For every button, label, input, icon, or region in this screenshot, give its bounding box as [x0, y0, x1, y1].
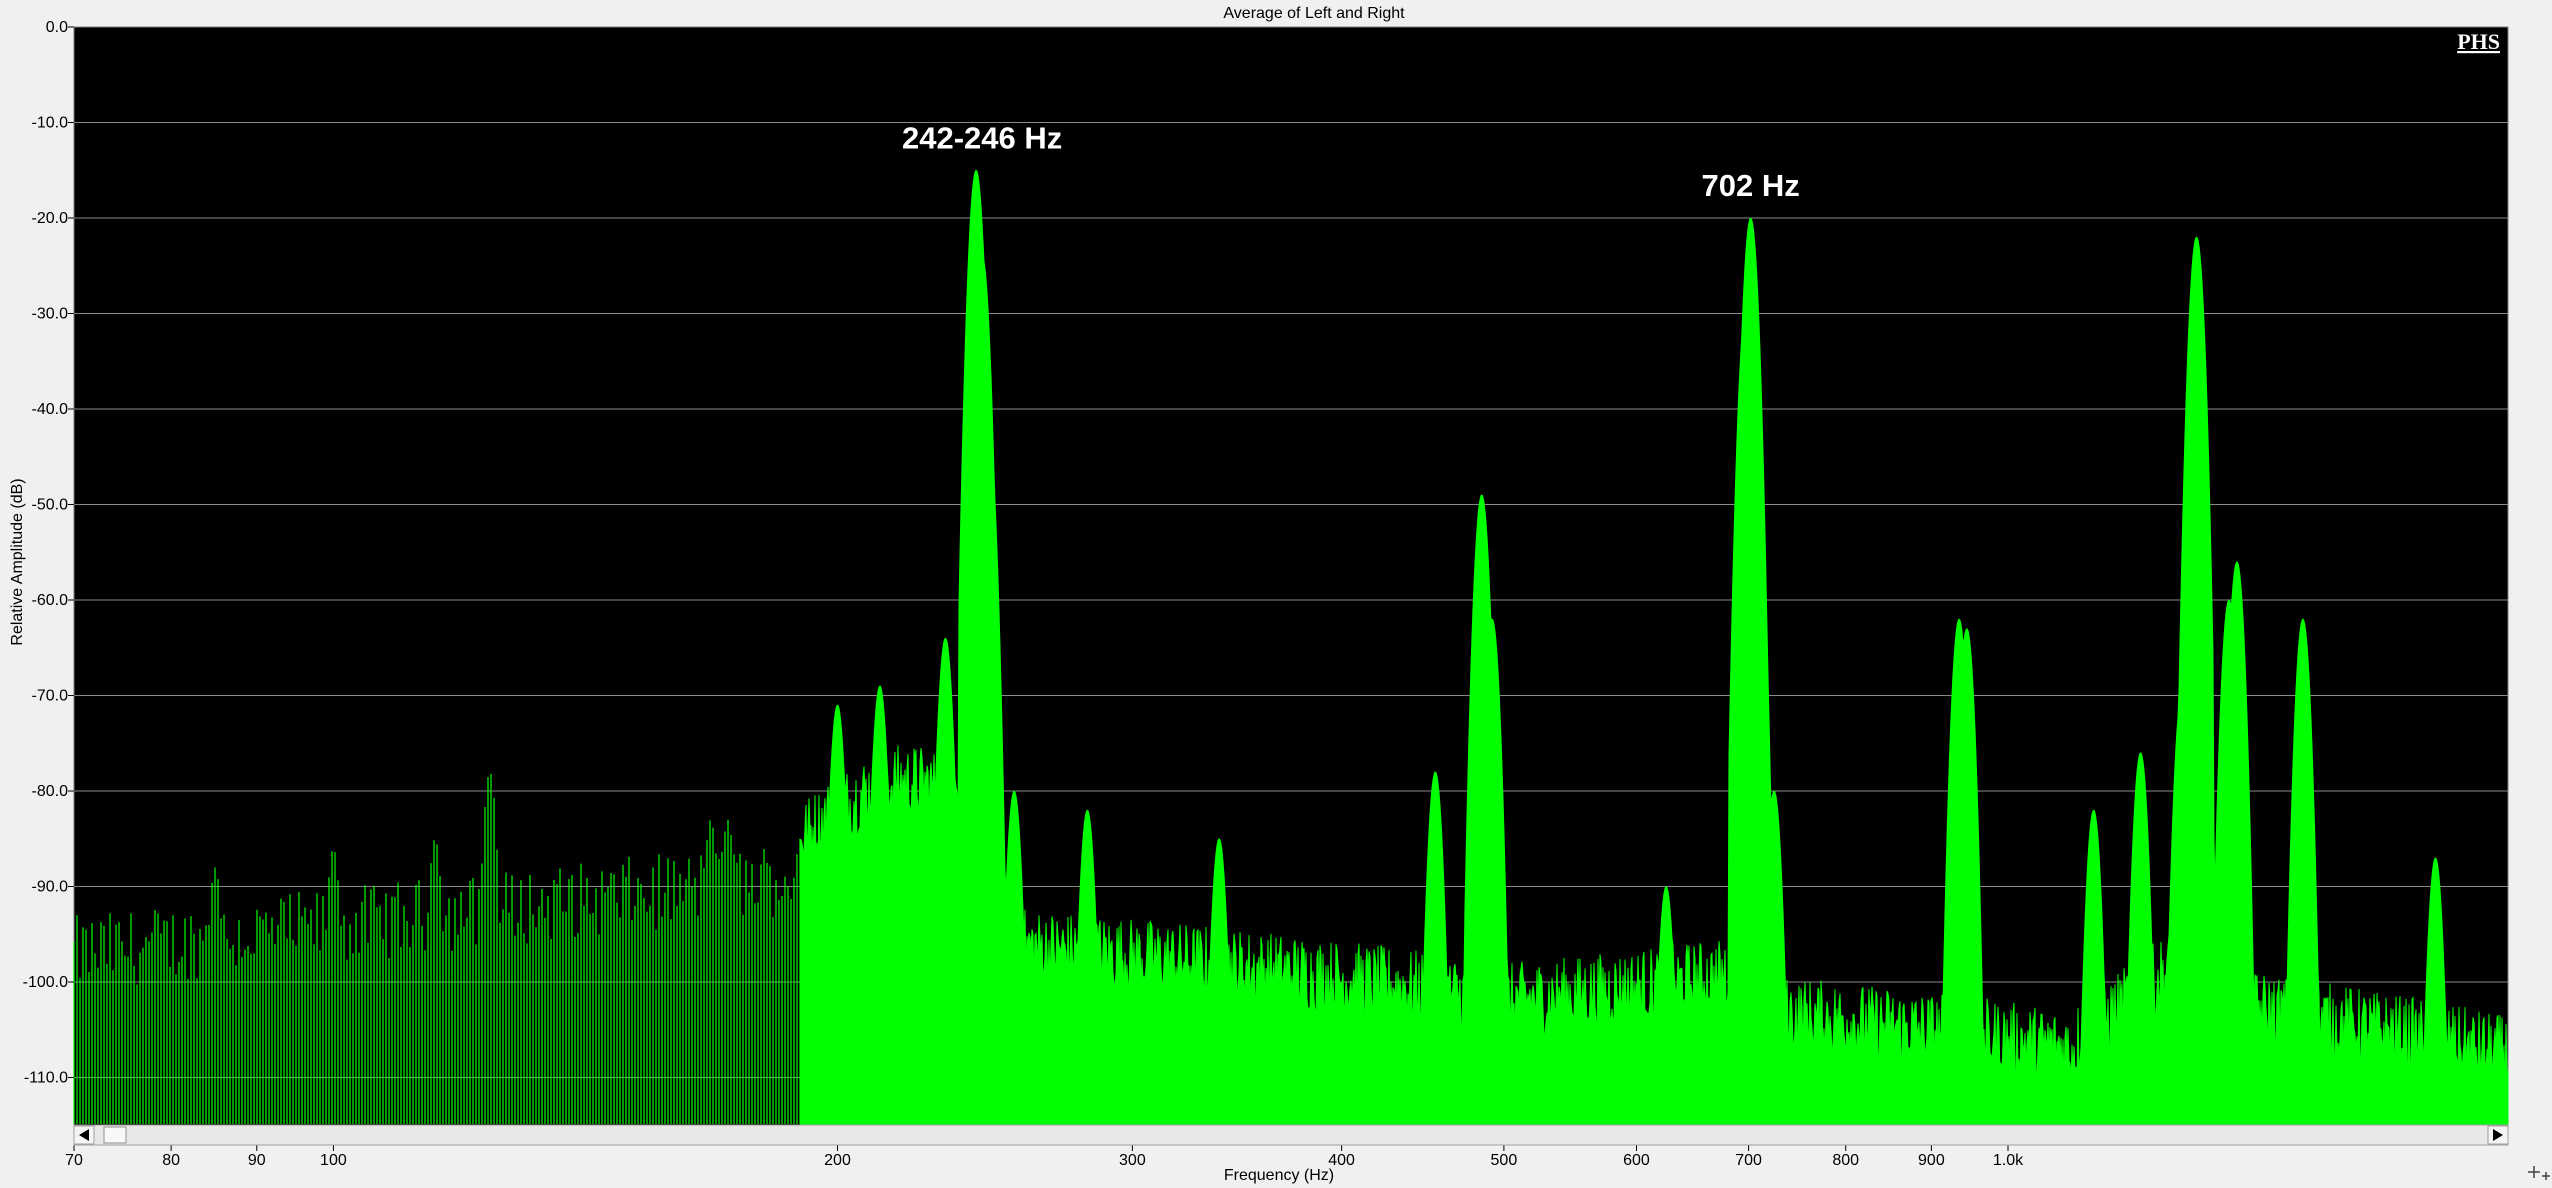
x-tick-label: 900	[1918, 1152, 1945, 1169]
x-tick-label: 80	[162, 1152, 180, 1169]
x-tick-label: 200	[824, 1152, 851, 1169]
chart-title: Average of Left and Right	[1223, 5, 1405, 22]
spectrum-chart: Average of Left and Right 242-246 Hz 702 …	[0, 0, 2552, 1188]
x-tick-label: 800	[1832, 1152, 1859, 1169]
y-tick-label: -20.0	[32, 210, 69, 227]
scrollbar-track[interactable]	[73, 1124, 2509, 1146]
peak-annotation: 702 Hz	[1702, 168, 1800, 203]
y-tick-label: -50.0	[32, 497, 69, 514]
x-tick-label: 1.0k	[1993, 1152, 2024, 1169]
horizontal-scrollbar[interactable]	[73, 1124, 2509, 1146]
y-tick-label: -80.0	[32, 783, 69, 800]
y-tick-label: -110.0	[24, 1070, 68, 1087]
phs-badge: PHS	[2457, 29, 2500, 54]
y-tick-label: -30.0	[32, 306, 69, 323]
x-tick-label: 600	[1623, 1152, 1650, 1169]
y-tick-label: -10.0	[32, 115, 69, 132]
y-axis-title: Relative Amplitude (dB)	[9, 478, 26, 645]
scroll-right-button[interactable]	[2487, 1125, 2509, 1145]
y-tick-label: -70.0	[32, 688, 69, 705]
y-tick-label: -90.0	[32, 879, 69, 896]
x-tick-label: 70	[65, 1152, 83, 1169]
spectrum-window: Average of Left and Right 242-246 Hz 702 …	[0, 0, 2552, 1188]
x-tick-label: 100	[320, 1152, 347, 1169]
y-tick-label: -100.0	[23, 974, 68, 991]
y-tick-label: 0.0	[46, 19, 68, 36]
x-tick-label: 90	[248, 1152, 266, 1169]
y-tick-label: -40.0	[32, 401, 69, 418]
x-tick-label: 300	[1119, 1152, 1146, 1169]
peak-annotation: 242-246 Hz	[902, 120, 1062, 155]
y-tick-label: -60.0	[32, 592, 69, 609]
x-tick-label: 700	[1735, 1152, 1762, 1169]
x-axis-title: Frequency (Hz)	[1224, 1167, 1334, 1184]
scroll-left-button[interactable]	[73, 1125, 95, 1145]
x-tick-label: 500	[1491, 1152, 1518, 1169]
scrollbar-thumb[interactable]	[103, 1126, 127, 1144]
